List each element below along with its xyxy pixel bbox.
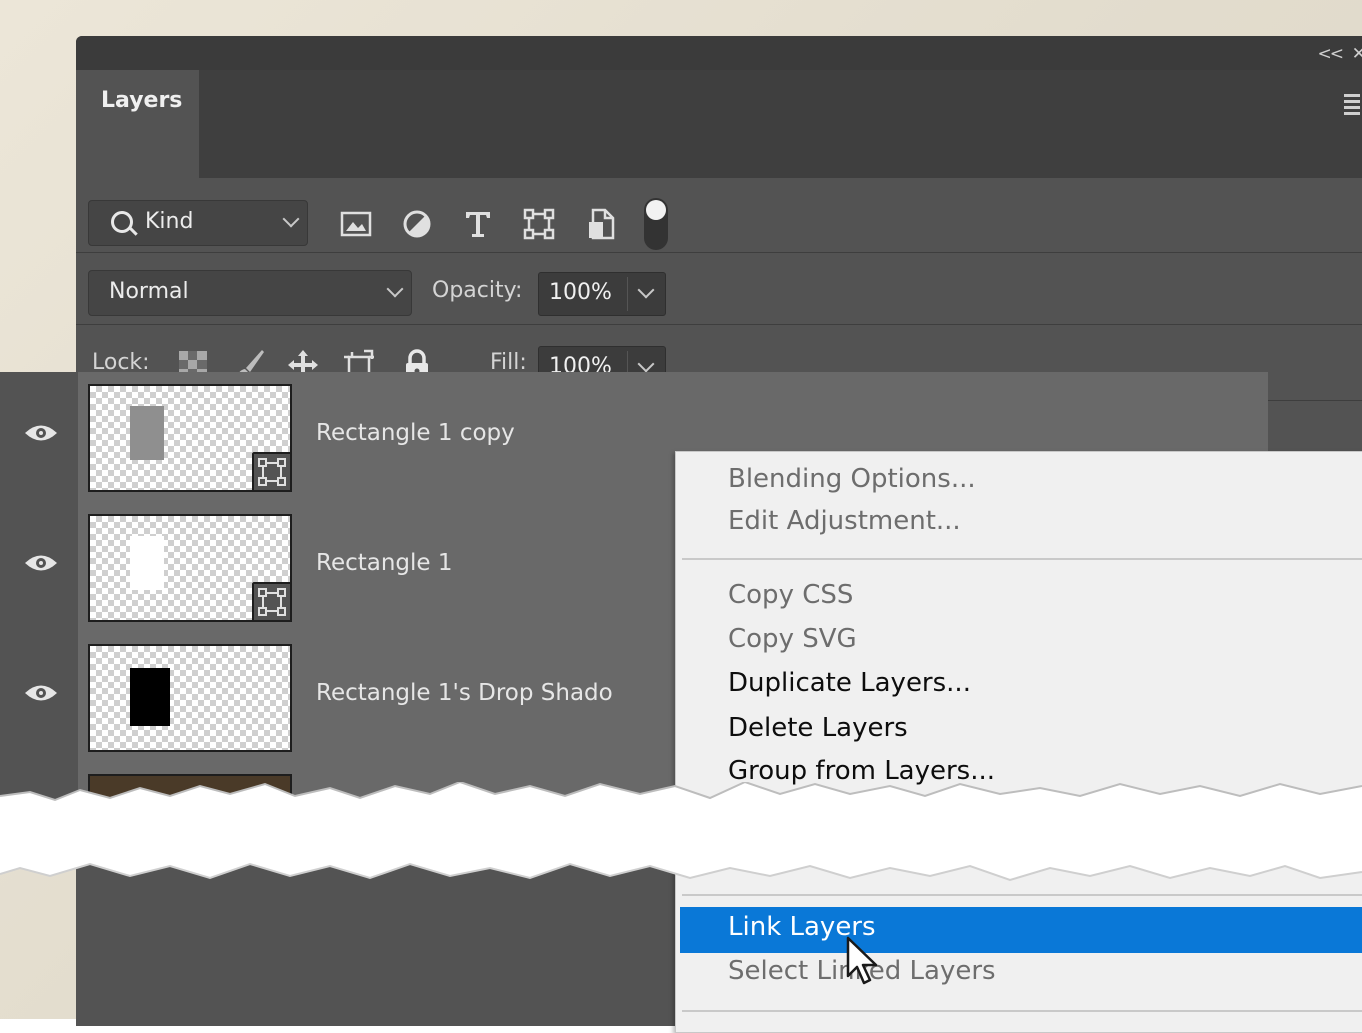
layer-thumbnail xyxy=(88,384,292,492)
adjustment-filter-icon[interactable] xyxy=(399,206,435,242)
menu-item-delete-layers[interactable]: Delete Layers xyxy=(728,713,908,743)
opacity-input[interactable]: 100% xyxy=(538,272,666,316)
menu-separator xyxy=(682,1010,1362,1012)
layer-context-menu: Blending Options... Edit Adjustment... C… xyxy=(675,451,1362,1033)
panel-title-bar: << ✕ xyxy=(76,36,1362,70)
torn-paper-effect xyxy=(0,782,1362,882)
image-filter-icon[interactable] xyxy=(338,206,374,242)
filter-row: Kind xyxy=(76,178,1362,253)
menu-item-duplicate-layers[interactable]: Duplicate Layers... xyxy=(728,668,971,698)
search-icon xyxy=(111,211,133,233)
panel-tab-bar: Layers Kind Normal Opacity: 100% Lock: F… xyxy=(76,70,1362,401)
eye-icon[interactable] xyxy=(24,682,58,704)
blend-mode-value: Normal xyxy=(109,279,189,304)
tab-layers[interactable]: Layers xyxy=(76,70,199,178)
menu-item-edit-adjustment[interactable]: Edit Adjustment... xyxy=(728,506,961,536)
filter-toggle[interactable] xyxy=(644,198,668,250)
menu-item-blending-options[interactable]: Blending Options... xyxy=(728,464,976,494)
collapse-panel-button[interactable]: << xyxy=(1318,44,1344,64)
eye-icon[interactable] xyxy=(24,552,58,574)
shape-filter-icon[interactable] xyxy=(521,206,557,242)
smart-object-filter-icon[interactable] xyxy=(583,206,619,242)
blend-mode-dropdown[interactable]: Normal xyxy=(88,270,412,316)
layer-name: Rectangle 1 xyxy=(316,550,453,576)
tab-layers-label: Layers xyxy=(101,88,183,113)
menu-separator xyxy=(682,894,1362,896)
thumbnail-shape xyxy=(130,668,170,726)
filter-kind-dropdown[interactable]: Kind xyxy=(88,200,308,246)
visibility-column xyxy=(0,372,78,502)
opacity-label: Opacity: xyxy=(432,278,523,303)
shape-layer-icon xyxy=(252,452,292,492)
chevron-down-icon xyxy=(386,280,404,298)
mouse-cursor-icon xyxy=(846,936,878,985)
shape-layer-icon xyxy=(252,582,292,622)
chevron-down-icon xyxy=(282,210,300,228)
close-panel-icon[interactable]: ✕ xyxy=(1352,44,1362,64)
chevron-down-icon[interactable] xyxy=(637,355,655,373)
thumbnail-shape xyxy=(130,536,164,590)
layer-name: Rectangle 1's Drop Shado xyxy=(316,680,613,706)
layer-thumbnail xyxy=(88,644,292,752)
eye-icon[interactable] xyxy=(24,422,58,444)
menu-separator xyxy=(682,558,1362,560)
opacity-value: 100% xyxy=(549,280,612,305)
layer-thumbnail xyxy=(88,514,292,622)
menu-item-copy-svg[interactable]: Copy SVG xyxy=(728,624,857,654)
filter-kind-label: Kind xyxy=(145,209,194,234)
visibility-column xyxy=(0,502,78,632)
blend-row: Normal Opacity: 100% xyxy=(76,252,1362,325)
panel-menu-icon[interactable] xyxy=(1344,94,1360,118)
chevron-down-icon[interactable] xyxy=(637,281,655,299)
thumbnail-shape xyxy=(130,406,164,460)
menu-item-copy-css[interactable]: Copy CSS xyxy=(728,580,853,610)
type-filter-icon[interactable] xyxy=(460,206,496,242)
layer-name: Rectangle 1 copy xyxy=(316,420,515,446)
visibility-column xyxy=(0,632,78,762)
